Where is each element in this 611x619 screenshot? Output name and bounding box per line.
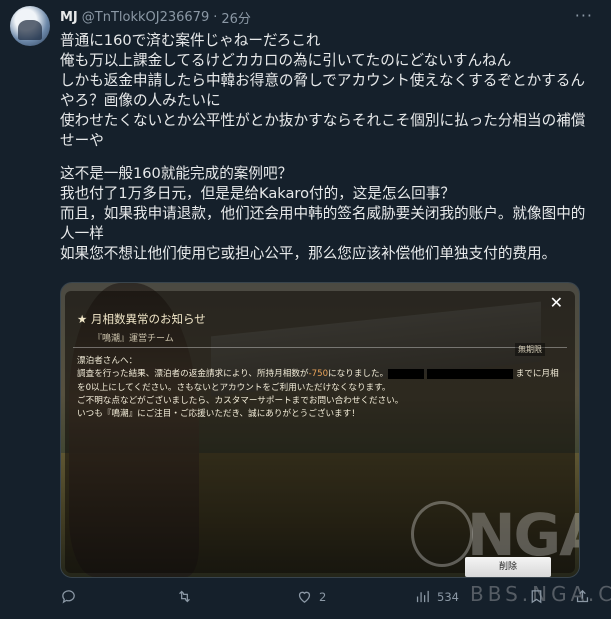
tweet-header: MJ @TnTlokkOJ236679 · 26分 [60, 8, 251, 27]
tweet-text-japanese: 普通に160で済む案件じゃねーだろこれ 俺も万以上課金してるけどカカロの為に引い… [60, 32, 586, 149]
views-icon [416, 590, 429, 603]
dialog-line-1c: までに月相 [515, 369, 559, 380]
bookmark-button[interactable] [528, 588, 545, 605]
redaction [426, 368, 513, 379]
dialog-line-3: ご不明な点などがございましたら、カスタマーサポートまでお問い合わせください。 [77, 395, 404, 406]
reply-icon [62, 590, 75, 604]
more-options-icon[interactable]: ··· [575, 6, 593, 25]
tweet: MJ @TnTlokkOJ236679 · 26分 ··· 普通に160で済む案… [0, 0, 611, 619]
nga-paw-logo [411, 501, 473, 567]
dialog-greeting: 漂泊者さんへ： [77, 356, 138, 366]
dialog-line-4: いつも『鳴潮』にご注目・ご応援いただき、誠にありがとうございます！ [77, 409, 360, 420]
avatar[interactable] [10, 6, 50, 46]
delete-button: 削除 [465, 557, 551, 577]
dialog-title: ★ 月相数異常のお知らせ [77, 312, 206, 326]
dialog-line-2: を0以上にしてください。さもないとアカウントをご利用いただけなくなります。 [77, 382, 391, 393]
dialog-team: 『鳴潮』運営チーム [93, 334, 174, 344]
like-button[interactable]: 2 [296, 588, 326, 605]
dialog-line-1a: 調査を行った結果、漂泊者の返金請求により、所持月相数が [77, 369, 309, 380]
author-handle[interactable]: @TnTlokkOJ236679 [82, 10, 209, 25]
reply-button[interactable] [60, 588, 83, 605]
like-count: 2 [319, 589, 327, 604]
share-button[interactable] [574, 588, 591, 605]
redaction [388, 368, 425, 379]
timestamp[interactable]: 26分 [221, 8, 251, 27]
views-count: 534 [437, 589, 459, 604]
heart-icon [298, 591, 311, 603]
share-icon [576, 589, 589, 603]
retweet-icon [179, 590, 190, 603]
retweet-button[interactable] [176, 588, 199, 605]
dialog-line-1b: になりました。 [328, 369, 389, 380]
bookmark-icon [531, 590, 542, 604]
separator: · [213, 9, 218, 25]
dialog-divider [73, 347, 567, 348]
tweet-text-chinese: 这不是一般160就能完成的案例吧？ 我也付了1万多日元，但是是给Kakaro付的… [60, 165, 586, 262]
notice-dialog: ✕ ★ 月相数異常のお知らせ 『鳴潮』運営チーム 無期限 漂泊者さんへ： 調査を… [65, 291, 579, 577]
tweet-image[interactable]: ✕ ★ 月相数異常のお知らせ 『鳴潮』運営チーム 無期限 漂泊者さんへ： 調査を… [60, 282, 580, 578]
moon-count-value: -750 [308, 369, 329, 380]
dialog-body: 漂泊者さんへ： 調査を行った結果、漂泊者の返金請求により、所持月相数が-750に… [77, 355, 567, 421]
action-bar: 2 534 [60, 588, 600, 610]
close-icon: ✕ [549, 293, 563, 312]
views-button[interactable]: 534 [414, 588, 459, 605]
dialog-line-1: 調査を行った結果、漂泊者の返金請求により、所持月相数が-750になりました。 ま… [77, 368, 567, 381]
author-name[interactable]: MJ [60, 10, 78, 25]
